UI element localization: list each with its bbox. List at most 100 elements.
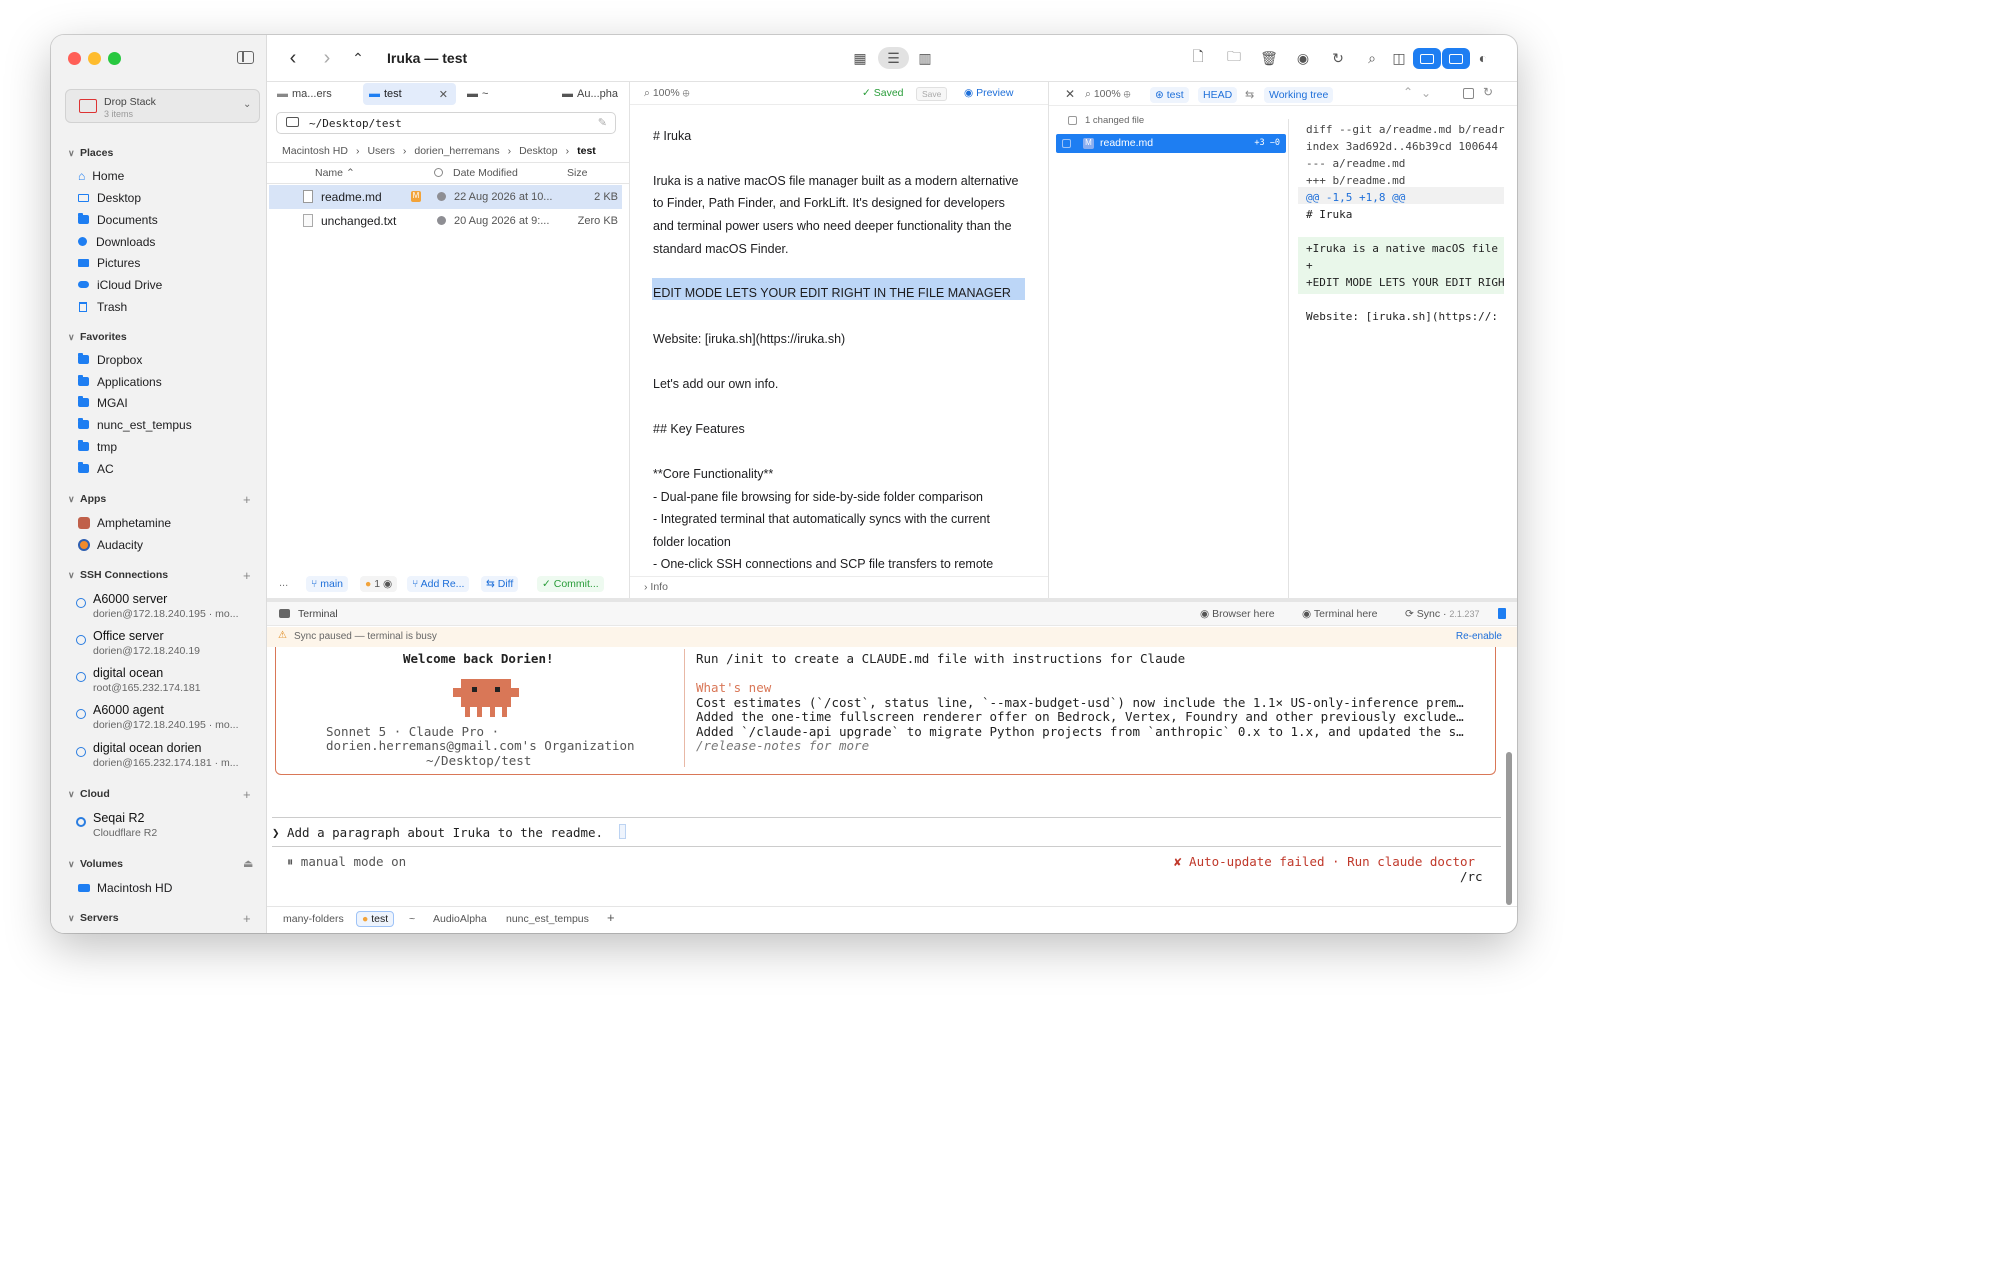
crumb-users[interactable]: Users (367, 145, 394, 157)
back-button[interactable]: ‹ (279, 47, 307, 69)
list-view-button[interactable]: ☰ (878, 47, 909, 69)
editor-line[interactable]: standard macOS Finder. (653, 242, 788, 256)
file-row-readme[interactable]: readme.md M 22 Aug 2026 at 10... 2 KB (269, 185, 622, 209)
add-app-button[interactable]: + (243, 492, 251, 507)
section-volumes[interactable]: ∨ Volumes ⏏ (68, 858, 258, 870)
file-checkbox[interactable] (1062, 139, 1071, 148)
prompt-input[interactable]: Add a paragraph about Iruka to the readm… (287, 825, 603, 840)
zoom-window-button[interactable] (108, 52, 121, 65)
sidebar-toggle-icon[interactable] (237, 51, 254, 64)
column-view-button[interactable]: ▥ (911, 47, 939, 69)
editor-line[interactable]: - One-click SSH connections and SCP file… (653, 557, 993, 571)
ssh-item-a6000-server[interactable]: A6000 server dorien@172.18.240.195 · mo..… (76, 592, 261, 628)
add-tab-button[interactable]: + (607, 910, 615, 925)
editor-line-selected[interactable]: EDIT MODE LETS YOUR EDIT RIGHT IN THE FI… (653, 286, 1011, 300)
crumb-dorien[interactable]: dorien_herremans (414, 145, 499, 157)
column-header-name[interactable]: Name ⌃ (315, 167, 355, 179)
forward-button[interactable]: › (313, 47, 341, 69)
bottom-tab-many-folders[interactable]: many-folders (283, 913, 344, 925)
section-ssh[interactable]: ∨ SSH Connections + (68, 568, 258, 583)
sidebar-item-audacity[interactable]: Audacity (78, 535, 143, 554)
trash-icon[interactable] (1498, 608, 1506, 619)
drop-stack[interactable]: Drop Stack 3 items ⌄ (65, 89, 260, 123)
add-repo-button[interactable]: ⑂ Add Re... (407, 576, 470, 592)
path-field[interactable]: ~/Desktop/test ✎ (276, 112, 616, 134)
save-button[interactable]: Save (916, 87, 948, 101)
git-branch-chip[interactable]: ⊛ test (1150, 87, 1189, 103)
sidebar-item-icloud[interactable]: iCloud Drive (78, 275, 162, 294)
eject-icon[interactable]: ⏏ (243, 857, 253, 870)
section-cloud[interactable]: ∨ Cloud + (68, 787, 258, 802)
pencil-icon[interactable]: ✎ (598, 116, 607, 129)
sidebar-item-mgai[interactable]: MGAI (78, 393, 128, 412)
cloud-item-seqai[interactable]: Seqai R2 Cloudflare R2 (76, 811, 261, 847)
add-server-button[interactable]: + (243, 911, 251, 926)
section-favorites[interactable]: ∨ Favorites (68, 331, 127, 343)
open-external-icon[interactable] (1463, 88, 1474, 99)
tab-test[interactable]: ▬ test ✕ (363, 83, 456, 105)
dual-pane-button[interactable]: ◫ (1385, 47, 1413, 69)
sidebar-item-desktop[interactable]: Desktop (78, 188, 141, 207)
bottom-tab-audioalpha[interactable]: AudioAlpha (433, 913, 487, 925)
git-zoom[interactable]: ⌕ 100% ⊕ (1085, 88, 1130, 101)
sidebar-item-applications[interactable]: Applications (78, 372, 162, 391)
editor-line[interactable]: **Core Functionality** (653, 467, 773, 481)
ssh-item-a6000-agent[interactable]: A6000 agent dorien@172.18.240.195 · mo... (76, 703, 261, 739)
enclosing-folder-button[interactable]: ⌃ (344, 47, 372, 69)
crumb-macintosh-hd[interactable]: Macintosh HD (282, 145, 348, 157)
terminal-toggle[interactable] (1442, 48, 1470, 69)
grid-view-button[interactable]: ▦ (846, 47, 874, 69)
close-icon[interactable]: ✕ (1065, 87, 1075, 101)
column-header-date[interactable]: Date Modified (453, 167, 518, 179)
head-chip[interactable]: HEAD (1198, 87, 1238, 103)
terminal-scrollbar[interactable] (1506, 752, 1512, 905)
chevron-up-icon[interactable]: ⌃ (1403, 85, 1413, 99)
commit-button[interactable]: ✓ Commit... (537, 576, 604, 592)
crumb-desktop[interactable]: Desktop (519, 145, 558, 157)
section-servers[interactable]: ∨ Servers + (68, 911, 258, 926)
hidden-files-button[interactable]: ◉ (1289, 47, 1317, 69)
ssh-item-office-server[interactable]: Office server dorien@172.18.240.19 (76, 629, 261, 665)
editor-line[interactable]: Website: [iruka.sh](https://iruka.sh) (653, 332, 845, 346)
bottom-tab-home[interactable]: ~ (409, 913, 415, 925)
delete-button[interactable]: 🗑 (1255, 47, 1283, 69)
sidebar-item-home[interactable]: ⌂ Home (78, 166, 124, 185)
editor-line[interactable]: Let's add our own info. (653, 377, 778, 391)
sidebar-item-macintosh-hd[interactable]: Macintosh HD (78, 878, 172, 897)
bottom-tab-nunc[interactable]: nunc_est_tempus (506, 913, 589, 925)
sidebar-item-documents[interactable]: Documents (78, 210, 158, 229)
section-places[interactable]: ∨ Places (68, 147, 113, 159)
more-button[interactable]: ... (279, 577, 288, 589)
sidebar-item-amphetamine[interactable]: Amphetamine (78, 513, 171, 532)
editor-line[interactable]: folder location (653, 535, 731, 549)
editor-line[interactable]: # Iruka (653, 129, 691, 143)
crumb-test[interactable]: test (577, 145, 596, 157)
close-window-button[interactable] (68, 52, 81, 65)
sync-button[interactable]: ⟳ Sync · 2.1.237 (1405, 608, 1479, 620)
branch-button[interactable]: ⑂ main (306, 576, 348, 592)
editor-line[interactable]: and terminal power users who need deeper… (653, 219, 1012, 233)
sidebar-item-nunc[interactable]: nunc_est_tempus (78, 415, 192, 434)
refresh-icon[interactable]: ↻ (1483, 85, 1493, 99)
sidebar-item-dropbox[interactable]: Dropbox (78, 350, 142, 369)
tab-audioalpha[interactable]: ▬ Au...pha (556, 83, 626, 105)
add-cloud-button[interactable]: + (243, 787, 251, 802)
browser-here-button[interactable]: ◉ Browser here (1200, 608, 1275, 620)
tab-home[interactable]: ▬ ~ (461, 83, 541, 105)
sidebar-item-downloads[interactable]: Downloads (78, 232, 155, 251)
changed-file-row[interactable]: M readme.md +3 −0 (1056, 134, 1286, 153)
refresh-button[interactable]: ↻ (1324, 47, 1352, 69)
search-button[interactable]: ⌕ (1358, 47, 1386, 69)
sidebar-item-trash[interactable]: Trash (78, 297, 127, 316)
bottom-tab-test[interactable]: ● test (356, 911, 395, 927)
file-row-unchanged[interactable]: unchanged.txt 20 Aug 2026 at 9:... Zero … (269, 209, 622, 233)
minimize-window-button[interactable] (88, 52, 101, 65)
column-header-size[interactable]: Size (567, 167, 587, 179)
ssh-item-digital-ocean[interactable]: digital ocean root@165.232.174.181 (76, 666, 261, 702)
new-folder-button[interactable]: 🗀 (1220, 47, 1248, 69)
changes-badge[interactable]: ● 1 ◉ (360, 576, 398, 592)
ssh-item-digital-ocean-dorien[interactable]: digital ocean dorien dorien@165.232.174.1… (76, 741, 261, 777)
close-tab-icon[interactable]: ✕ (439, 88, 448, 101)
preview-panel-toggle[interactable] (1413, 48, 1441, 69)
add-ssh-button[interactable]: + (243, 568, 251, 583)
